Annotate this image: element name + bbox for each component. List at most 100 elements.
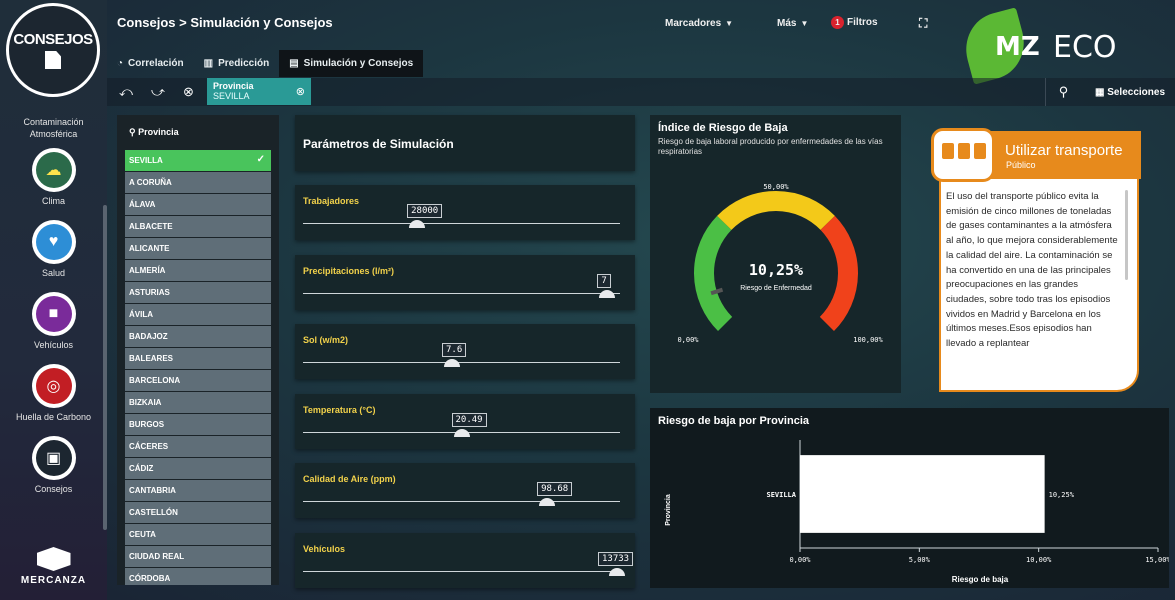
tab-simulacion[interactable]: ▤ Simulación y Consejos — [279, 50, 424, 77]
slider-handle[interactable] — [608, 567, 625, 576]
province-label: ALICANTE — [129, 244, 170, 253]
rail-item-consejos[interactable]: ▣ Consejos — [0, 436, 107, 494]
selection-forward-icon[interactable]: ⤻ — [151, 84, 165, 100]
province-label: ALMERÍA — [129, 266, 166, 275]
slider-track[interactable] — [303, 570, 620, 572]
province-row[interactable]: BIZKAIA — [125, 392, 271, 413]
gauge-icon: ◔ — [117, 58, 124, 69]
advice-text: El uso del transporte público evita la e… — [946, 191, 1118, 350]
slider-handle[interactable] — [539, 498, 556, 506]
province-row[interactable]: CÓRDOBA — [125, 568, 271, 585]
bus-window — [942, 143, 954, 159]
slider-handle[interactable] — [453, 428, 470, 437]
province-row[interactable]: CEUTA — [125, 524, 271, 545]
selection-chip[interactable]: Provincia SEVILLA ⊗ — [207, 78, 311, 105]
slider-track[interactable] — [303, 292, 620, 294]
selection-back-icon[interactable]: ⤺ — [119, 84, 133, 100]
selection-tools: ⚲ ▦ Selecciones — [1044, 78, 1175, 106]
rail-item-huella[interactable]: ◎ Huella de Carbono — [0, 364, 107, 422]
bus-window — [974, 143, 986, 159]
slider-handle[interactable] — [409, 220, 426, 228]
search-icon[interactable]: ⚲ — [1044, 78, 1081, 106]
province-row[interactable]: ÁVILA — [125, 304, 271, 325]
province-row[interactable]: BARCELONA — [125, 370, 271, 391]
category-label: SEVILLA — [766, 491, 796, 499]
tab-label: Correlación — [128, 58, 184, 69]
province-row[interactable]: CÁDIZ — [125, 458, 271, 479]
fullscreen-icon[interactable]: ⛶ — [919, 16, 927, 31]
chart-title: Riesgo de baja por Provincia — [658, 415, 809, 427]
province-label: CEUTA — [129, 530, 156, 539]
y-axis-label: Provincia — [665, 494, 672, 526]
barchart-icon: ▥ — [203, 58, 214, 69]
rail-item-contaminacion[interactable]: Contaminación Atmosférica — [0, 116, 107, 140]
chip-value: SEVILLA — [213, 91, 250, 101]
province-label: ÁVILA — [129, 310, 153, 319]
province-row[interactable]: CIUDAD REAL — [125, 546, 271, 567]
slider-handle[interactable] — [599, 289, 616, 298]
slider-panel: Precipitaciones (l/m²) 7 — [295, 254, 635, 310]
rail-item-vehiculos[interactable]: ■ Vehículos — [0, 292, 107, 350]
bookmarks-menu[interactable]: Marcadores ▼ — [665, 18, 733, 29]
slider-track[interactable] — [303, 362, 620, 363]
rail-item-salud[interactable]: ♥ Salud — [0, 220, 107, 278]
rail-item-clima[interactable]: ☁ Clima — [0, 148, 107, 206]
selections-button[interactable]: ▦ Selecciones — [1081, 87, 1175, 98]
slider-panel: Vehículos 13733 — [295, 532, 635, 588]
close-icon[interactable]: ⊗ — [296, 85, 305, 98]
filters-label: Filtros — [847, 17, 878, 28]
heart-icon: ♥ — [31, 220, 76, 264]
rail-label: Vehículos — [33, 340, 74, 350]
simulation-title-panel: Parámetros de Simulación — [295, 115, 635, 171]
gauge-arc-high — [819, 215, 858, 331]
risk-gauge-panel: Índice de Riesgo de Baja Riesgo de baja … — [650, 115, 901, 393]
province-list-header: ⚲ Provincia — [129, 127, 271, 138]
tab-correlacion[interactable]: ◔ Correlación — [107, 50, 194, 77]
province-row[interactable]: ALBACETE — [125, 216, 271, 237]
province-label: CÁCERES — [129, 442, 169, 451]
document-icon — [45, 51, 61, 69]
x-tick-label: 5,00% — [909, 556, 931, 564]
grid-icon: ▦ — [1094, 86, 1108, 98]
province-row[interactable]: CASTELLÓN — [125, 502, 271, 523]
mzeco-logo: MZ ECO — [955, 7, 1165, 85]
province-row[interactable]: ALMERÍA — [125, 260, 271, 281]
slider-handle[interactable] — [443, 359, 460, 367]
tab-bar: ◔ Correlación ▥ Predicción ▤ Simulación y C… — [107, 50, 424, 78]
slider-track[interactable] — [303, 501, 620, 502]
filters-button[interactable]: 1 Filtros — [831, 16, 878, 29]
clear-selections-icon[interactable]: ⊗ — [183, 84, 194, 100]
province-row[interactable]: BADAJOZ — [125, 326, 271, 347]
province-label: BURGOS — [129, 420, 165, 429]
bar-value-label: 10,25% — [1049, 491, 1075, 499]
weather-icon: ☁ — [31, 148, 76, 192]
gauge-title: Índice de Riesgo de Baja — [658, 122, 788, 134]
tab-prediccion[interactable]: ▥ Predicción — [194, 50, 280, 77]
slider-track[interactable] — [303, 223, 620, 224]
province-row[interactable]: A CORUÑA — [125, 172, 271, 193]
check-icon: ✓ — [256, 154, 265, 165]
province-row[interactable]: BALEARES — [125, 348, 271, 369]
bar[interactable] — [800, 455, 1045, 533]
slider-value: 7 — [597, 273, 611, 288]
filters-count-badge: 1 — [831, 16, 844, 29]
province-row[interactable]: BURGOS — [125, 414, 271, 435]
province-row[interactable]: ASTURIAS — [125, 282, 271, 303]
rail-label: Huella de Carbono — [15, 412, 92, 422]
app-logo[interactable]: CONSEJOS — [6, 3, 100, 97]
province-label: SEVILLA — [129, 156, 163, 165]
x-axis-label: Riesgo de baja — [952, 575, 1009, 584]
advice-scrollbar[interactable] — [1125, 190, 1128, 280]
province-row[interactable]: CANTABRIA — [125, 480, 271, 501]
province-row[interactable]: SEVILLA ✓ — [125, 150, 271, 171]
province-row[interactable]: ÁLAVA — [125, 194, 271, 215]
more-menu[interactable]: Más ▼ — [777, 18, 808, 29]
rail-scrollbar[interactable] — [103, 205, 107, 530]
province-label: CASTELLÓN — [129, 508, 178, 517]
province-label: BARCELONA — [129, 376, 181, 385]
x-tick-label: 15,00% — [1145, 556, 1169, 564]
province-row[interactable]: ALICANTE — [125, 238, 271, 259]
province-row[interactable]: CÁCERES — [125, 436, 271, 457]
selection-bar: ⤺ ⤻ ⊗ Provincia SEVILLA ⊗ ⚲ ▦ Seleccione… — [107, 78, 1175, 106]
x-tick-label: 10,00% — [1026, 556, 1052, 564]
